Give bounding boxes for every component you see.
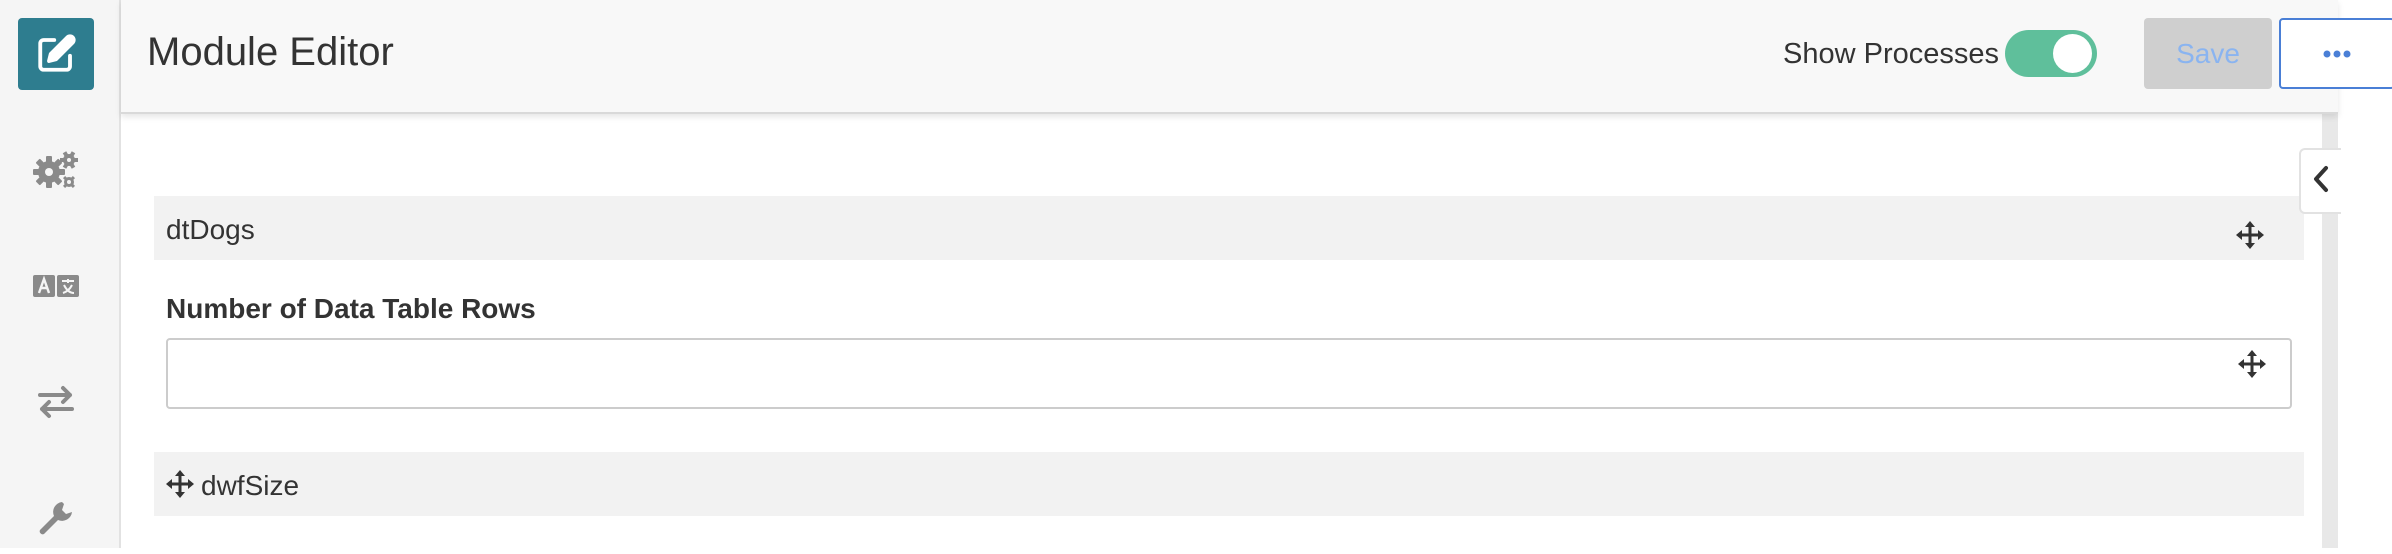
gears-icon bbox=[31, 148, 81, 192]
rows-field-label: Number of Data Table Rows bbox=[166, 293, 536, 324]
sidebar-item-localization[interactable] bbox=[18, 250, 94, 322]
collapse-panel-button[interactable] bbox=[2299, 148, 2341, 214]
sidebar-item-settings[interactable] bbox=[18, 134, 94, 206]
size-field-block[interactable]: dwfSize bbox=[154, 452, 2304, 516]
move-icon[interactable] bbox=[2236, 221, 2264, 249]
toggle-knob bbox=[2053, 34, 2092, 73]
data-table-name: dtDogs bbox=[166, 214, 255, 245]
sidebar bbox=[0, 0, 121, 548]
show-processes-toggle[interactable] bbox=[2005, 30, 2097, 77]
save-button[interactable]: Save bbox=[2144, 18, 2272, 89]
move-icon[interactable] bbox=[2238, 350, 2266, 378]
size-field-name: dwfSize bbox=[201, 470, 300, 501]
data-table-block[interactable]: dtDogs bbox=[154, 196, 2304, 260]
rows-field-input[interactable] bbox=[166, 338, 2292, 409]
show-processes-label: Show Processes bbox=[1783, 38, 1999, 70]
move-icon[interactable] bbox=[166, 470, 194, 498]
sidebar-item-tools[interactable] bbox=[18, 482, 94, 554]
header-bar: Module Editor Show Processes Save bbox=[121, 0, 2392, 114]
wrench-icon bbox=[36, 498, 76, 538]
page-title: Module Editor bbox=[147, 30, 394, 74]
chevron-left-icon bbox=[2312, 165, 2330, 198]
swap-arrows-icon bbox=[36, 385, 76, 419]
sidebar-item-transfers[interactable] bbox=[18, 366, 94, 438]
ellipsis-icon bbox=[2323, 45, 2351, 63]
translate-icon bbox=[33, 273, 79, 299]
more-options-button[interactable] bbox=[2279, 18, 2392, 89]
sidebar-item-editor[interactable] bbox=[18, 18, 94, 90]
edit-icon bbox=[35, 33, 77, 75]
